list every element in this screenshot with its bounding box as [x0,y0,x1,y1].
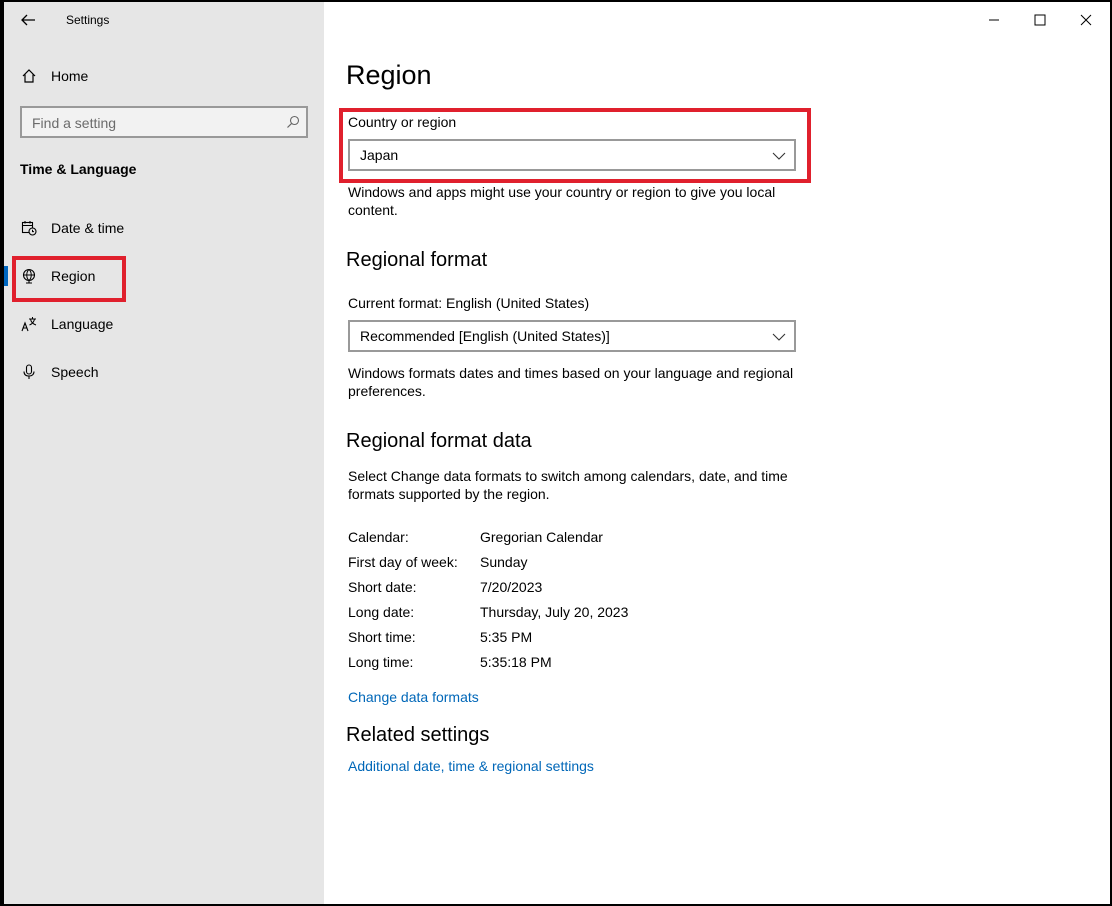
globe-icon [20,267,38,285]
maximize-button[interactable] [1017,2,1063,38]
calendar-value: Gregorian Calendar [480,529,603,545]
regional-format-heading: Regional format [346,249,488,271]
country-dropdown[interactable]: Japan [348,139,796,171]
country-value: Japan [360,147,399,163]
format-data-heading: Regional format data [346,430,532,452]
short-time-label: Short time: [348,629,416,645]
close-icon [1080,14,1092,26]
regional-format-description: Windows formats dates and times based on… [348,365,794,399]
calendar-clock-icon [20,219,38,237]
short-date-label: Short date: [348,579,417,595]
search-icon [287,115,300,128]
sidebar-item-label: Language [51,316,114,332]
back-button[interactable] [18,10,38,30]
page-title: Region [346,60,432,90]
search-input[interactable]: Find a setting [20,106,308,138]
country-description: Windows and apps might use your country … [348,184,776,218]
back-arrow-icon [21,14,35,26]
long-date-value: Thursday, July 20, 2023 [480,604,629,620]
section-title: Time & Language [20,161,137,177]
minimize-icon [989,19,999,21]
short-time-value: 5:35 PM [480,629,533,645]
main-content: Region Country or region Japan Windows a… [324,2,1110,904]
long-time-label: Long time: [348,654,414,670]
selection-indicator [4,266,8,286]
format-data-description: Select Change data formats to switch amo… [348,468,788,502]
microphone-icon [20,363,38,381]
sidebar-item-date-time[interactable]: Date & time [4,208,324,248]
chevron-down-icon [772,152,786,160]
first-day-value: Sunday [480,554,528,570]
sidebar-item-home[interactable]: Home [4,56,324,96]
sidebar-item-language[interactable]: Language [4,304,324,344]
sidebar-item-label: Region [51,268,96,284]
close-button[interactable] [1063,2,1109,38]
country-label: Country or region [348,114,457,130]
sidebar-item-label: Home [51,68,89,84]
current-format-label: Current format: English (United States) [348,295,590,311]
sidebar-item-label: Date & time [51,220,125,236]
sidebar-item-speech[interactable]: Speech [4,352,324,392]
regional-format-dropdown[interactable]: Recommended [English (United States)] [348,320,796,352]
first-day-label: First day of week: [348,554,458,570]
sidebar-item-label: Speech [51,364,99,380]
search-placeholder: Find a setting [32,115,117,131]
regional-format-value: Recommended [English (United States)] [360,328,610,344]
long-time-value: 5:35:18 PM [480,654,552,670]
chevron-down-icon [772,333,786,341]
short-date-value: 7/20/2023 [480,579,543,595]
change-data-formats-link[interactable]: Change data formats [348,689,479,705]
settings-window: Settings Home Find a setting Time & Lang… [4,2,1110,904]
calendar-label: Calendar: [348,529,409,545]
related-settings-heading: Related settings [346,724,490,746]
minimize-button[interactable] [971,2,1017,38]
sidebar-item-region[interactable]: Region [4,256,324,296]
home-icon [20,67,38,85]
additional-settings-link[interactable]: Additional date, time & regional setting… [348,758,594,774]
long-date-label: Long date: [348,604,415,620]
language-icon [20,315,38,333]
maximize-icon [1034,14,1046,26]
app-title: Settings [66,13,110,27]
sidebar: Settings Home Find a setting Time & Lang… [4,2,324,904]
